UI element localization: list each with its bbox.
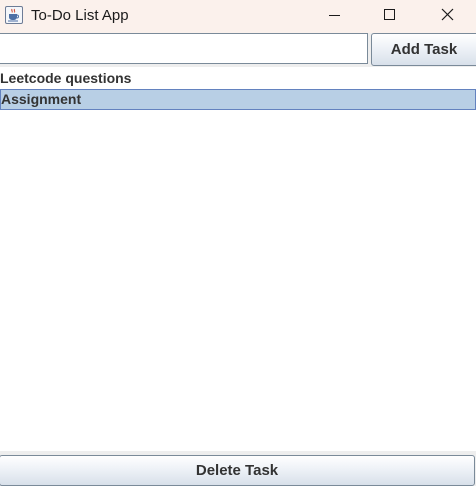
task-input[interactable] bbox=[0, 33, 368, 64]
maximize-button[interactable] bbox=[366, 0, 412, 32]
task-list[interactable]: Leetcode questions Assignment bbox=[0, 68, 476, 451]
input-row: Add Task bbox=[0, 33, 476, 67]
list-item-selected[interactable]: Assignment bbox=[0, 89, 476, 110]
java-cup-icon[interactable] bbox=[5, 6, 23, 24]
minimize-button-visible[interactable] bbox=[312, 0, 358, 32]
minimize-icon bbox=[329, 15, 340, 16]
bottom-bar: Delete Task bbox=[0, 451, 476, 486]
delete-task-button[interactable]: Delete Task bbox=[0, 455, 475, 486]
add-task-button[interactable]: Add Task bbox=[371, 33, 476, 66]
maximize-icon bbox=[384, 9, 395, 20]
close-icon bbox=[441, 8, 454, 21]
close-button[interactable] bbox=[420, 0, 466, 32]
window-title: To-Do List App bbox=[31, 7, 129, 24]
list-item[interactable]: Leetcode questions bbox=[0, 68, 476, 89]
